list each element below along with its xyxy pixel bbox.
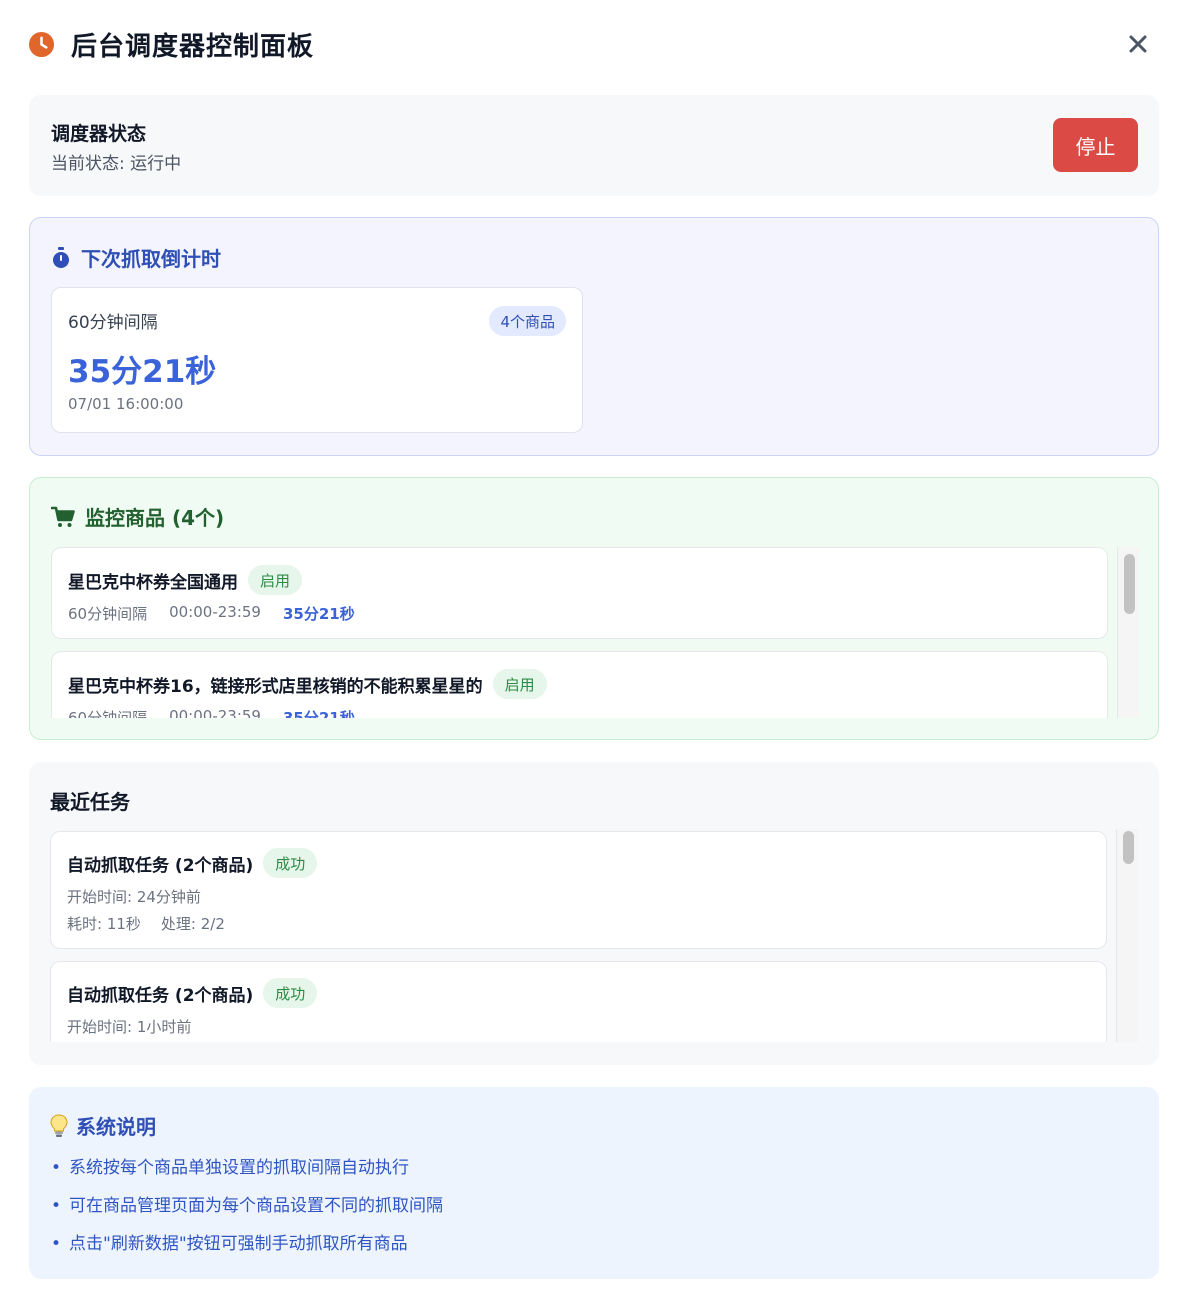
product-interval: 60分钟间隔 — [68, 709, 148, 718]
dialog-title: 后台调度器控制面板 — [71, 31, 315, 62]
task-list[interactable]: 自动抓取任务 (2个商品) 成功 开始时间: 24分钟前 耗时: 11秒 处理: … — [50, 829, 1138, 1042]
stop-button[interactable]: 停止 — [1053, 118, 1138, 172]
info-list: 系统按每个商品单独设置的抓取间隔自动执行 可在商品管理页面为每个商品设置不同的抓… — [51, 1157, 443, 1271]
product-name: 星巴克中杯券16，链接形式店里核销的不能积累星星的 — [68, 676, 483, 697]
monitored-products-card: 监控商品 (4个) 星巴克中杯券全国通用 启用 60分钟间隔 00:00-23:… — [29, 477, 1159, 740]
recent-tasks-card: 最近任务 自动抓取任务 (2个商品) 成功 开始时间: 24分钟前 耗时: 11… — [29, 762, 1159, 1065]
close-button[interactable] — [1124, 30, 1152, 58]
countdown-card: 下次抓取倒计时 60分钟间隔 4个商品 35分21秒 07/01 16:00:0… — [29, 217, 1159, 456]
task-start: 开始时间: 1小时前 — [67, 1018, 192, 1036]
product-window: 00:00-23:59 — [169, 707, 261, 718]
countdown-header: 下次抓取倒计时 — [51, 243, 221, 272]
info-title: 系统说明 — [76, 1115, 156, 1139]
task-name: 自动抓取任务 (2个商品) — [67, 855, 254, 876]
task-duration: 耗时: 11秒 — [67, 915, 141, 933]
scrollbar-thumb[interactable] — [1123, 831, 1134, 864]
countdown-interval: 60分钟间隔 — [68, 313, 158, 333]
monitor-title: 监控商品 (4个) — [85, 506, 225, 530]
product-countdown: 35分21秒 — [282, 709, 355, 718]
product-item[interactable]: 星巴克中杯券16，链接形式店里核销的不能积累星星的 启用 60分钟间隔 00:0… — [51, 651, 1108, 718]
tasks-title: 最近任务 — [50, 790, 130, 814]
status-badge: 启用 — [248, 565, 303, 595]
info-item: 可在商品管理页面为每个商品设置不同的抓取间隔 — [51, 1195, 443, 1233]
lightbulb-icon — [50, 1113, 68, 1137]
close-icon — [1129, 35, 1147, 53]
scheduler-status-card: 调度器状态 当前状态: 运行中 停止 — [29, 95, 1159, 196]
stopwatch-icon — [53, 246, 69, 268]
task-start: 开始时间: 24分钟前 — [67, 888, 201, 906]
product-list-scrollbar[interactable] — [1117, 547, 1139, 718]
countdown-timer: 35分21秒 — [68, 354, 217, 390]
status-badge: 成功 — [263, 848, 318, 878]
product-count-badge: 4个商品 — [489, 306, 566, 336]
product-name: 星巴克中杯券全国通用 — [68, 572, 238, 593]
product-window: 00:00-23:59 — [169, 603, 261, 621]
task-item[interactable]: 自动抓取任务 (2个商品) 成功 开始时间: 1小时前 — [50, 961, 1107, 1042]
task-name: 自动抓取任务 (2个商品) — [67, 985, 254, 1006]
status-title: 调度器状态 — [51, 123, 147, 145]
product-countdown: 35分21秒 — [282, 605, 355, 623]
task-list-scrollbar[interactable] — [1116, 829, 1138, 1042]
task-processed: 处理: 2/2 — [160, 915, 225, 933]
countdown-panel: 60分钟间隔 4个商品 35分21秒 07/01 16:00:00 — [51, 287, 583, 433]
scrollbar-thumb[interactable] — [1124, 554, 1135, 614]
info-header: 系统说明 — [50, 1111, 156, 1140]
cart-icon — [51, 506, 75, 527]
clock-icon — [28, 31, 55, 57]
info-item: 点击"刷新数据"按钮可强制手动抓取所有商品 — [51, 1233, 443, 1271]
info-item: 系统按每个商品单独设置的抓取间隔自动执行 — [51, 1157, 443, 1195]
next-run-time: 07/01 16:00:00 — [68, 395, 184, 413]
status-current: 当前状态: 运行中 — [51, 154, 182, 174]
monitor-header: 监控商品 (4个) — [51, 502, 224, 531]
countdown-title: 下次抓取倒计时 — [81, 247, 221, 271]
product-item[interactable]: 星巴克中杯券全国通用 启用 60分钟间隔 00:00-23:59 35分21秒 — [51, 547, 1108, 639]
status-badge: 成功 — [263, 978, 318, 1008]
system-info-card: 系统说明 系统按每个商品单独设置的抓取间隔自动执行 可在商品管理页面为每个商品设… — [29, 1087, 1159, 1279]
product-interval: 60分钟间隔 — [68, 605, 148, 623]
product-list[interactable]: 星巴克中杯券全国通用 启用 60分钟间隔 00:00-23:59 35分21秒 … — [51, 547, 1139, 718]
task-item[interactable]: 自动抓取任务 (2个商品) 成功 开始时间: 24分钟前 耗时: 11秒 处理: … — [50, 831, 1107, 949]
status-badge: 启用 — [492, 669, 547, 699]
dialog-header: 后台调度器控制面板 — [28, 26, 1156, 62]
